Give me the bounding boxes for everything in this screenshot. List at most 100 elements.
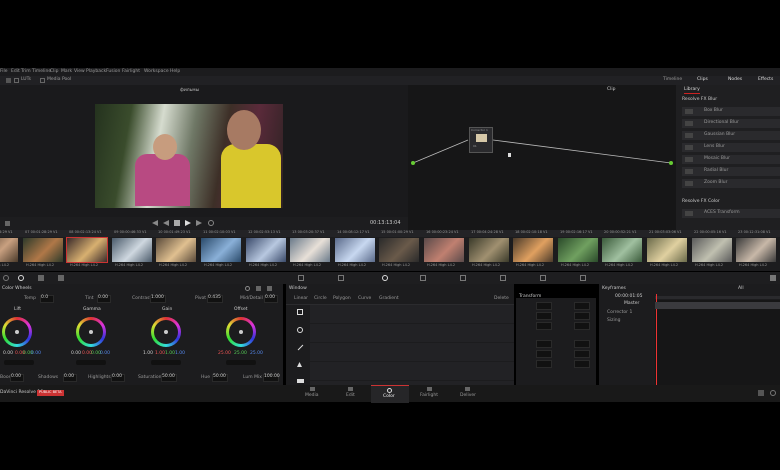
clip-thumbnail[interactable] [379,238,419,262]
menu-item[interactable]: Trim [21,69,31,75]
color-wheels-icon[interactable] [18,275,24,281]
library-item[interactable]: Mosaic Blur [682,155,780,164]
aspect-field[interactable] [574,302,590,310]
viewer-image[interactable] [95,104,283,208]
middetail-field[interactable]: 0.00 [264,295,278,303]
inside-field[interactable] [536,360,552,368]
clip-thumbnail[interactable] [424,238,464,262]
gain-value[interactable]: 1.00 [175,351,185,357]
gallery-icon[interactable] [6,78,11,83]
clip-thumbnail[interactable] [156,238,196,262]
pivot-field[interactable]: 0.435 [207,295,223,303]
blur-icon[interactable] [460,275,466,281]
lift-master-slider[interactable] [4,360,34,365]
gain-wheel[interactable] [151,317,181,347]
gamma-master-slider[interactable] [76,360,106,365]
offset-value[interactable]: 25.00 [234,351,247,357]
library-item[interactable]: ACES Transform [682,209,780,218]
curves-icon[interactable] [298,275,304,281]
lift-value[interactable]: 0.00 [3,351,13,357]
lummix-field[interactable]: 100.00 [263,374,280,382]
window-mode-gradient[interactable]: Gradient [379,296,399,302]
qualifier-icon[interactable] [338,275,344,281]
window-mode-linear[interactable]: Linear [294,296,308,302]
library-item[interactable]: Radial Blur [682,167,780,176]
keyframe-track[interactable]: Corrector 1 [607,310,632,316]
clip-thumbnail[interactable] [201,238,241,262]
clip-thumbnail[interactable] [0,238,18,262]
soft2-field[interactable] [574,340,590,348]
primaries-wheels-icon[interactable] [245,286,250,291]
timeline-button[interactable]: Timeline [663,77,682,83]
contrast-field[interactable]: 1.000 [150,295,166,303]
clip-thumbnail[interactable] [513,238,553,262]
gain-value[interactable]: 1.00 [155,351,165,357]
offset-wheel[interactable] [226,317,256,347]
soft3-field[interactable] [536,350,552,358]
lift-wheel[interactable] [2,317,32,347]
shadows-field[interactable]: 0.00 [63,374,77,382]
page-tab-fairlight[interactable]: Fairlight [413,385,447,402]
tracker-icon[interactable] [420,275,426,281]
menu-item[interactable]: Fairlight [122,69,140,75]
library-item[interactable]: Box Blur [682,107,780,116]
highlights-field[interactable]: 0.00 [111,374,125,382]
delete-window-button[interactable]: Delete [494,296,509,302]
soft4-field[interactable] [574,350,590,358]
clip-thumbnail[interactable] [647,238,687,262]
motion-effects-icon[interactable] [58,275,64,281]
library-tab[interactable]: Library [684,87,700,94]
luts-button[interactable]: LUTs [21,77,31,83]
menu-item[interactable]: View [74,69,85,75]
skip-forward-icon[interactable] [196,220,202,226]
home-icon[interactable] [758,390,764,396]
clip-thumbnail[interactable] [335,238,375,262]
library-item[interactable]: Lens Blur [682,143,780,152]
rgb-mixer-icon[interactable] [38,275,44,281]
window-mode-circle[interactable]: Circle [314,296,327,302]
menu-item[interactable]: Fusion [106,69,120,75]
rotate-field[interactable] [536,322,552,330]
menu-item[interactable]: Mark [61,69,72,75]
page-tab-color[interactable]: Color [371,385,409,403]
gain-value[interactable]: 1.00 [143,351,153,357]
keyframe-timeline[interactable] [655,300,780,385]
corrector-node[interactable]: Corrector 1 01 [469,127,493,153]
camera-raw-icon[interactable] [3,275,9,281]
menu-item[interactable]: Edit [11,69,20,75]
keyframe-track[interactable]: Sizing [607,318,620,324]
clip-thumbnail[interactable] [736,238,776,262]
menu-item[interactable]: Timeline [32,69,51,75]
size-field[interactable] [536,302,552,310]
temp-field[interactable]: 0.0 [40,295,54,303]
page-tab-deliver[interactable]: Deliver [451,385,485,402]
loop-icon[interactable] [208,220,214,226]
stop-icon[interactable] [174,220,180,226]
menu-item[interactable]: Clip [50,69,59,75]
library-item[interactable]: Directional Blur [682,119,780,128]
menu-item[interactable]: File [0,69,8,75]
scopes-icon[interactable] [770,275,776,281]
keyframe-filter[interactable]: All [738,286,744,292]
page-tab-edit[interactable]: Edit [334,385,368,402]
3d-icon[interactable] [580,275,586,281]
menu-item[interactable]: Workspace [144,69,169,75]
library-item[interactable]: Gaussian Blur [682,131,780,140]
linear-window-icon[interactable] [297,309,303,315]
gradient-window-icon[interactable] [297,379,304,383]
gain-value[interactable]: 1.00 [165,351,175,357]
skip-back-icon[interactable] [152,220,158,226]
play-icon[interactable] [185,220,191,226]
offset-master-slider[interactable] [226,360,256,365]
tilt-field[interactable] [574,312,590,320]
clip-thumbnail[interactable] [112,238,152,262]
opacity-field[interactable] [574,322,590,330]
gamma-value[interactable]: 0.00 [100,351,110,357]
log-wheels-icon[interactable] [267,286,272,291]
clip-thumbnail[interactable] [558,238,598,262]
polygon-window-icon[interactable] [297,344,304,351]
clip-thumbnail[interactable] [290,238,330,262]
play-reverse-icon[interactable] [163,220,169,226]
offset-value[interactable]: 25.00 [250,351,263,357]
viewer-title[interactable]: фильмы [180,88,199,94]
